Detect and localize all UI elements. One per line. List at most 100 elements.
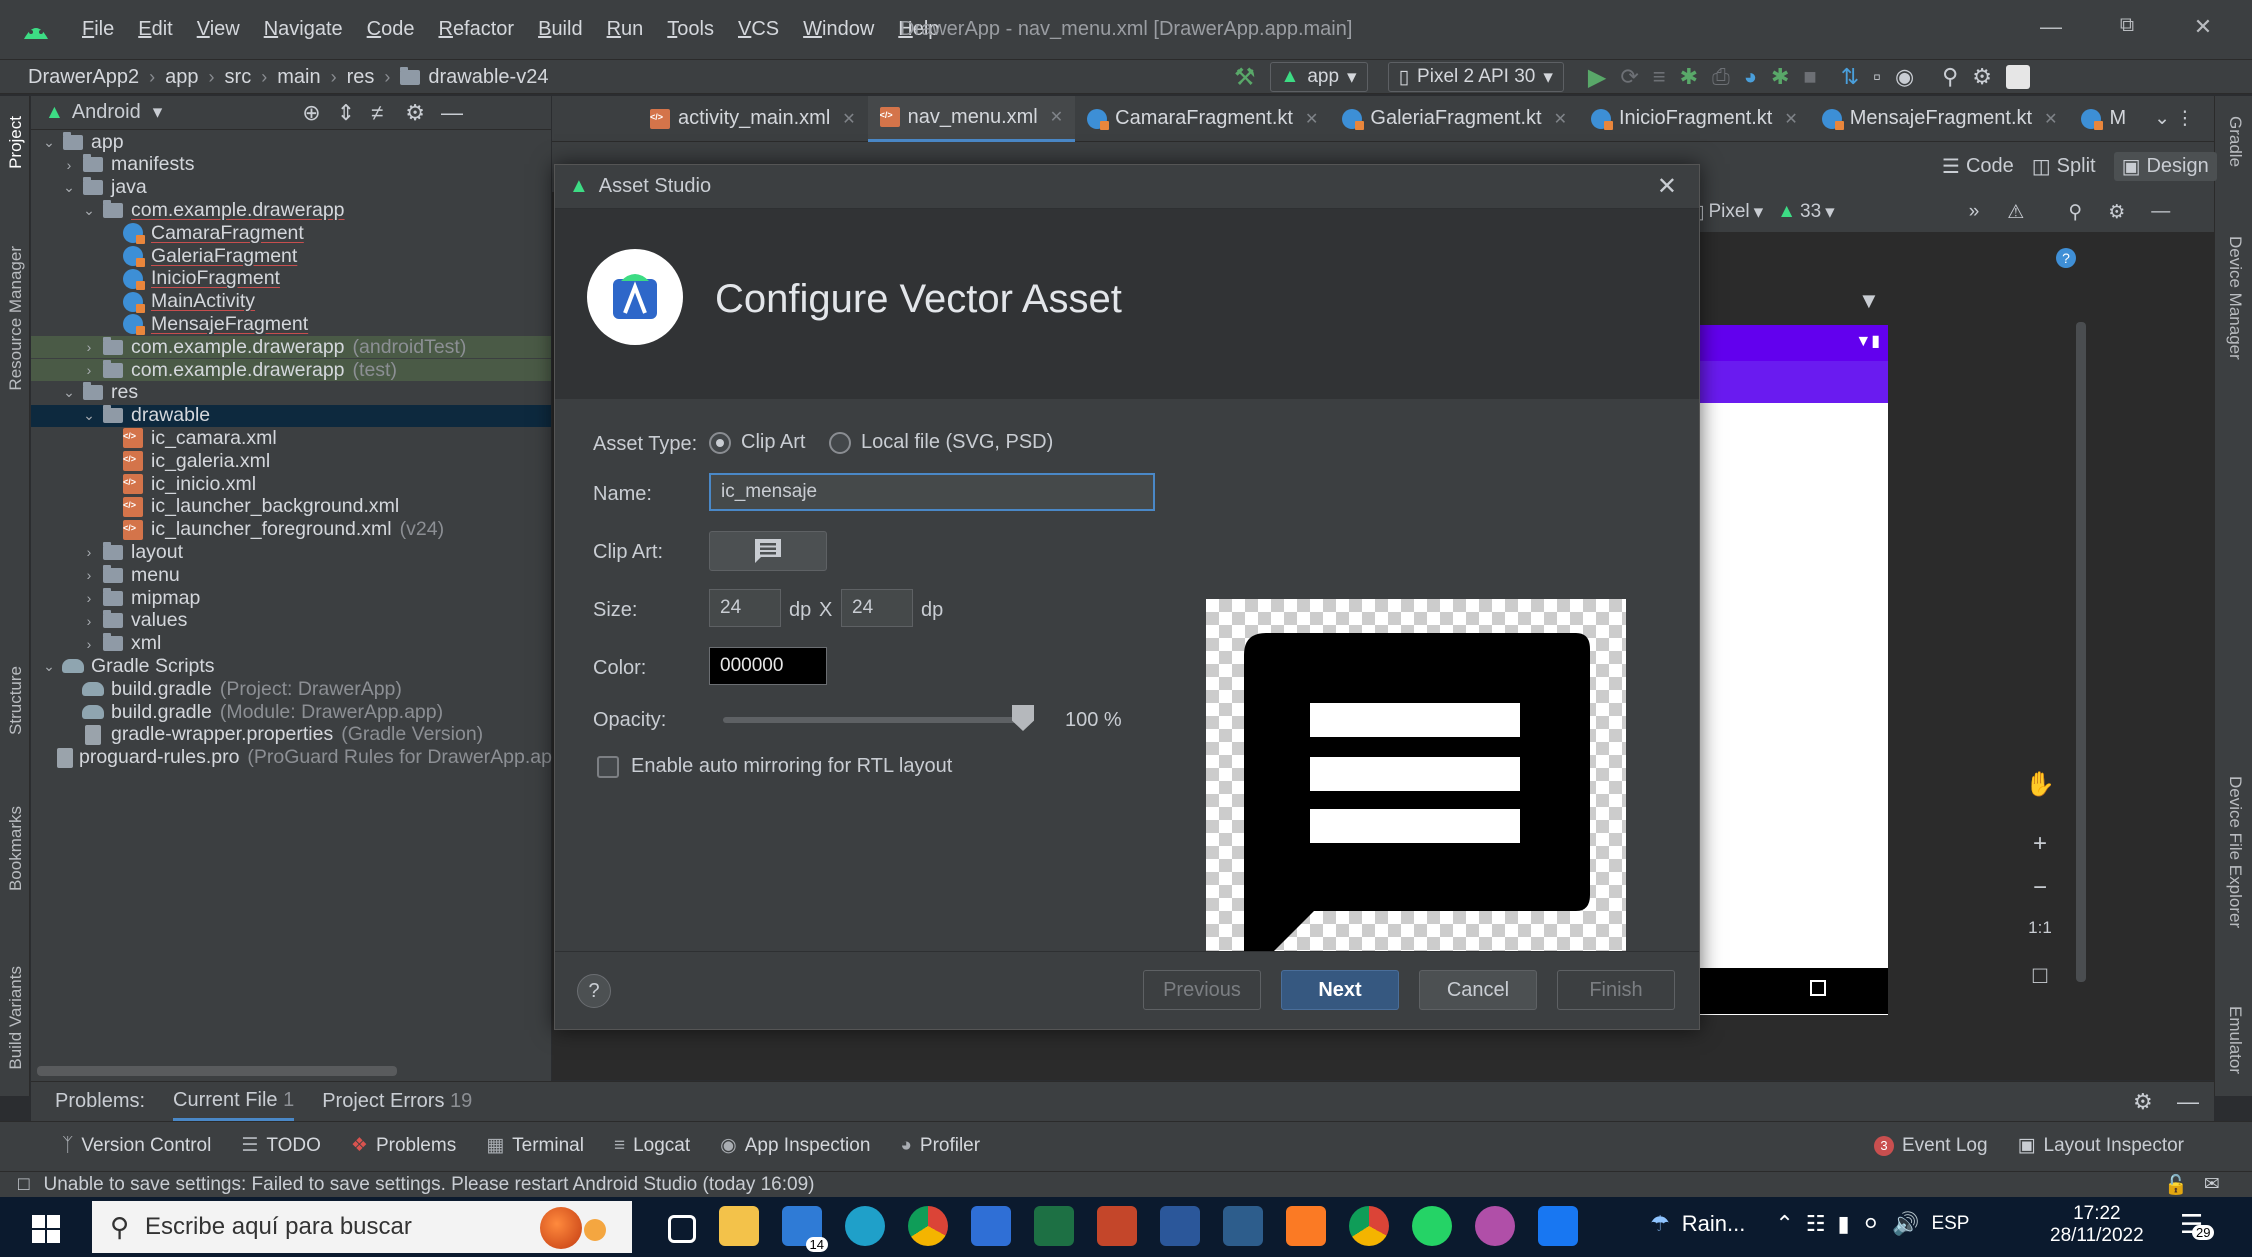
weather-label[interactable]: Rain... xyxy=(1682,1211,1746,1237)
language-indicator[interactable]: ESP xyxy=(1931,1213,1969,1235)
tree-item[interactable]: ic_galeria.xml xyxy=(31,450,551,472)
device-preview-select[interactable]: ▯Pixel▾ xyxy=(1694,201,1763,224)
clip-art-button[interactable] xyxy=(709,531,827,571)
tree-item[interactable]: proguard-rules.pro (ProGuard Rules for Dr… xyxy=(31,746,569,769)
opacity-slider-track[interactable] xyxy=(723,717,1023,723)
editor-tab[interactable]: MensajeFragment.kt ✕ xyxy=(1810,96,2070,142)
tree-item[interactable]: gradle-wrapper.properties (Gradle Version… xyxy=(31,723,551,746)
volume-icon[interactable]: 🔊 xyxy=(1892,1211,1919,1237)
tree-item[interactable]: build.gradle (Project: DrawerApp) xyxy=(31,678,551,700)
tool-window-terminal[interactable]: ▦ Terminal xyxy=(486,1134,584,1157)
task-view-icon[interactable] xyxy=(668,1215,696,1243)
tree-toggle-icon[interactable]: › xyxy=(77,636,101,652)
notifications-icon[interactable]: ✉ xyxy=(2204,1173,2220,1196)
tree-toggle-icon[interactable]: ⌄ xyxy=(37,658,61,675)
tool-window-version-control[interactable]: ᛉ Version Control xyxy=(62,1135,211,1157)
network-icon[interactable]: ☷ xyxy=(1806,1211,1826,1237)
breadcrumb-item[interactable]: app xyxy=(165,66,198,89)
android-studio-task-icon[interactable] xyxy=(1223,1206,1263,1246)
horizontal-scrollbar[interactable] xyxy=(37,1066,397,1076)
tree-item[interactable]: ic_launcher_foreground.xml (v24) xyxy=(31,518,551,541)
chevron-up-icon[interactable]: ⌃ xyxy=(1775,1211,1793,1237)
messenger-icon[interactable] xyxy=(1538,1206,1578,1246)
auto-mirror-checkbox[interactable]: Enable auto mirroring for RTL layout xyxy=(597,755,952,778)
project-view-select[interactable]: Android xyxy=(72,101,141,124)
tree-item[interactable]: InicioFragment xyxy=(31,267,551,290)
settings-gear-icon[interactable]: ⚙ xyxy=(2133,1089,2153,1115)
tree-item[interactable]: ic_inicio.xml xyxy=(31,473,551,495)
close-tab-icon[interactable]: ✕ xyxy=(1050,107,1063,127)
code-mode-button[interactable]: ☰ Code xyxy=(1942,154,2014,179)
help-button[interactable]: ? xyxy=(577,974,611,1008)
tree-toggle-icon[interactable]: › xyxy=(77,590,101,606)
tool-window-profiler[interactable]: ◕ Profiler xyxy=(900,1135,980,1157)
layout-inspector-button[interactable]: ▣ Layout Inspector xyxy=(2018,1134,2184,1157)
menu-view[interactable]: View xyxy=(197,18,240,41)
tree-toggle-icon[interactable]: › xyxy=(77,613,101,629)
excel-icon[interactable] xyxy=(1034,1206,1074,1246)
menu-navigate[interactable]: Navigate xyxy=(264,18,343,41)
help-badge-icon[interactable]: ? xyxy=(2056,248,2076,268)
powerpoint-icon[interactable] xyxy=(1097,1206,1137,1246)
overflow-chevron-icon[interactable]: » xyxy=(1969,201,1980,223)
close-tab-icon[interactable]: ✕ xyxy=(1554,109,1567,129)
tree-item[interactable]: › com.example.drawerapp (test) xyxy=(31,359,551,381)
tree-item[interactable]: › menu xyxy=(31,564,551,586)
name-input[interactable]: ic_mensaje xyxy=(709,473,1155,511)
weather-icon[interactable]: ☂ xyxy=(1650,1211,1670,1237)
lock-icon[interactable]: 🔓 xyxy=(2164,1173,2188,1197)
menu-edit[interactable]: Edit xyxy=(138,18,172,41)
warning-icon[interactable]: ⚠ xyxy=(2007,201,2024,224)
tree-toggle-icon[interactable]: ⌄ xyxy=(57,179,81,196)
close-tab-icon[interactable]: ✕ xyxy=(842,109,855,129)
tree-item[interactable]: ⌄ app xyxy=(31,131,551,153)
chrome-profile-icon[interactable] xyxy=(1349,1206,1389,1246)
tool-window-problems[interactable]: ❖ Problems xyxy=(351,1134,456,1157)
breadcrumb-item[interactable]: res xyxy=(347,66,375,89)
opacity-slider-thumb[interactable] xyxy=(1012,705,1034,731)
editor-tab[interactable]: M xyxy=(2069,96,2138,142)
vertical-scrollbar[interactable] xyxy=(2076,322,2086,982)
stop-icon[interactable]: ■ xyxy=(1803,64,1816,90)
tree-item[interactable]: ⌄ com.example.drawerapp xyxy=(31,199,551,221)
close-icon[interactable]: ✕ xyxy=(1657,172,1677,201)
close-tab-icon[interactable]: ✕ xyxy=(1784,109,1797,129)
sdk-manager-icon[interactable]: ◉ xyxy=(1895,64,1914,90)
tree-toggle-icon[interactable]: › xyxy=(77,567,101,583)
hide-panel-icon[interactable]: — xyxy=(441,100,463,126)
tree-item[interactable]: › manifests xyxy=(31,153,551,176)
wifi-icon[interactable]: ⚪ xyxy=(1862,1211,1880,1237)
apply-changes-icon[interactable]: ≡ xyxy=(1653,64,1666,90)
zoom-in-icon[interactable]: + xyxy=(2020,830,2060,874)
tree-item[interactable]: › mipmap xyxy=(31,587,551,609)
tree-toggle-icon[interactable]: › xyxy=(77,544,101,560)
tree-item[interactable]: GaleriaFragment xyxy=(31,245,551,267)
editor-tab[interactable]: CamaraFragment.kt ✕ xyxy=(1075,96,1330,142)
menu-run[interactable]: Run xyxy=(607,18,644,41)
pan-hand-icon[interactable]: ✋ xyxy=(2020,770,2060,830)
tree-toggle-icon[interactable]: ⌄ xyxy=(37,134,61,151)
tree-item[interactable]: › values xyxy=(31,609,551,632)
collapse-all-icon[interactable]: ≠ xyxy=(371,100,383,126)
asset-type-local-file-radio[interactable]: Local file (SVG, PSD) xyxy=(829,431,1053,454)
tree-item[interactable]: MensajeFragment xyxy=(31,313,551,336)
split-mode-button[interactable]: ◫ Split xyxy=(2032,154,2096,179)
battery-icon[interactable]: ▮ xyxy=(1838,1211,1850,1237)
rerun-icon[interactable]: ⟳ xyxy=(1620,64,1638,90)
tree-item[interactable]: ic_launcher_background.xml xyxy=(31,495,551,518)
strip-resource-manager[interactable]: Resource Manager xyxy=(6,246,26,391)
finish-button[interactable]: Finish xyxy=(1557,970,1675,1010)
device-manager-icon[interactable]: ▫ xyxy=(1873,64,1881,90)
tree-item[interactable]: › layout xyxy=(31,541,551,563)
close-tab-icon[interactable]: ✕ xyxy=(2044,109,2057,129)
menu-build[interactable]: Build xyxy=(538,18,582,41)
zoom-out-icon[interactable]: − xyxy=(2020,874,2060,918)
tree-item[interactable]: CamaraFragment xyxy=(31,222,551,245)
tool-window-logcat[interactable]: ≡ Logcat xyxy=(614,1135,690,1157)
tree-toggle-icon[interactable]: › xyxy=(77,339,101,355)
tree-toggle-icon[interactable]: ⌄ xyxy=(77,202,101,219)
editor-tab[interactable]: activity_main.xml ✕ xyxy=(638,96,868,142)
menu-file[interactable]: File xyxy=(82,18,114,41)
size-height-input[interactable]: 24 xyxy=(841,589,913,627)
hide-panel-icon[interactable]: — xyxy=(2177,1089,2199,1115)
